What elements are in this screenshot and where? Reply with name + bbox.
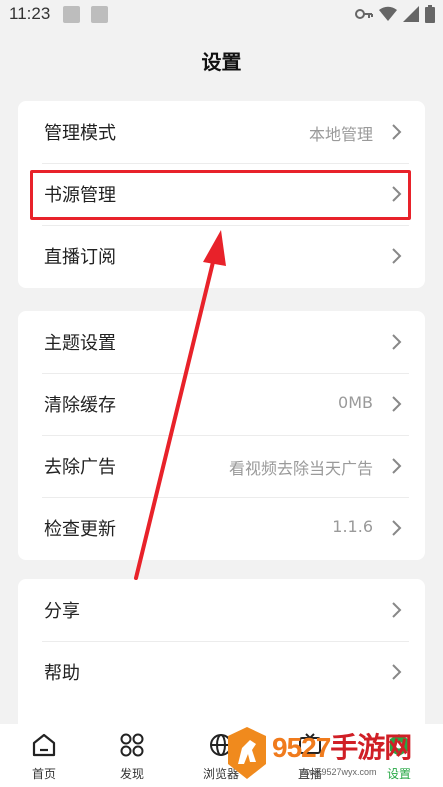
row-value: 本地管理 (308, 125, 373, 144)
chevron-right-icon (392, 602, 402, 618)
key-icon (355, 9, 373, 19)
status-time: 11:23 (9, 4, 51, 23)
row-live-subscribe[interactable]: 直播订阅 (18, 225, 425, 287)
row-label: 清除缓存 (44, 395, 116, 416)
watermark-url: www.9527wyx.com (300, 767, 377, 777)
row-manage-mode[interactable]: 管理模式 本地管理 (18, 101, 425, 163)
watermark: 9527手游网 www.9527wyx.com (222, 722, 422, 787)
row-label: 去除广告 (44, 457, 116, 478)
row-value: 看视频去除当天广告 (228, 459, 373, 478)
row-remove-ads[interactable]: 去除广告 看视频去除当天广告 (18, 435, 425, 497)
status-bar: 11:23 (0, 0, 443, 30)
row-clear-cache[interactable]: 清除缓存 0MB (18, 373, 425, 435)
wifi-icon (379, 6, 397, 22)
battery-icon (425, 5, 435, 23)
watermark-brand: 9527手游网 (272, 732, 412, 763)
signal-icon (403, 6, 419, 22)
row-theme[interactable]: 主题设置 (18, 311, 425, 373)
chevron-right-icon (392, 248, 402, 264)
row-label: 直播订阅 (44, 247, 116, 268)
row-label: 帮助 (44, 663, 80, 684)
notification-icon (91, 6, 108, 23)
page-title: 设置 (201, 50, 242, 74)
nav-item-discover[interactable]: 发现 (88, 724, 176, 787)
row-label: 检查更新 (44, 519, 116, 540)
chevron-right-icon (392, 520, 402, 536)
nav-label: 首页 (31, 767, 56, 781)
row-label: 管理模式 (44, 123, 116, 144)
row-label: 主题设置 (44, 333, 116, 354)
discover-icon (120, 733, 144, 757)
row-value: 1.1.6 (332, 517, 373, 536)
settings-group-2: 主题设置 清除缓存 0MB 去除广告 看视频去除当天广告 检查更新 1.1.6 (18, 311, 425, 560)
row-check-update[interactable]: 检查更新 1.1.6 (18, 497, 425, 559)
highlight-box (30, 170, 411, 220)
chevron-right-icon (392, 458, 402, 474)
system-icons (355, 5, 435, 23)
nav-item-home[interactable]: 首页 (0, 724, 88, 787)
row-share[interactable]: 分享 (18, 579, 425, 641)
horse-logo-icon (228, 727, 266, 779)
nav-label: 发现 (119, 767, 144, 781)
notification-icon (63, 6, 80, 23)
row-help[interactable]: 帮助 (18, 641, 425, 703)
settings-group-3: 分享 帮助 (18, 579, 425, 739)
chevron-right-icon (392, 664, 402, 680)
chevron-right-icon (392, 334, 402, 350)
chevron-right-icon (392, 124, 402, 140)
home-icon (32, 733, 56, 757)
row-value: 0MB (338, 393, 373, 412)
row-label: 分享 (44, 601, 80, 622)
chevron-right-icon (392, 396, 402, 412)
